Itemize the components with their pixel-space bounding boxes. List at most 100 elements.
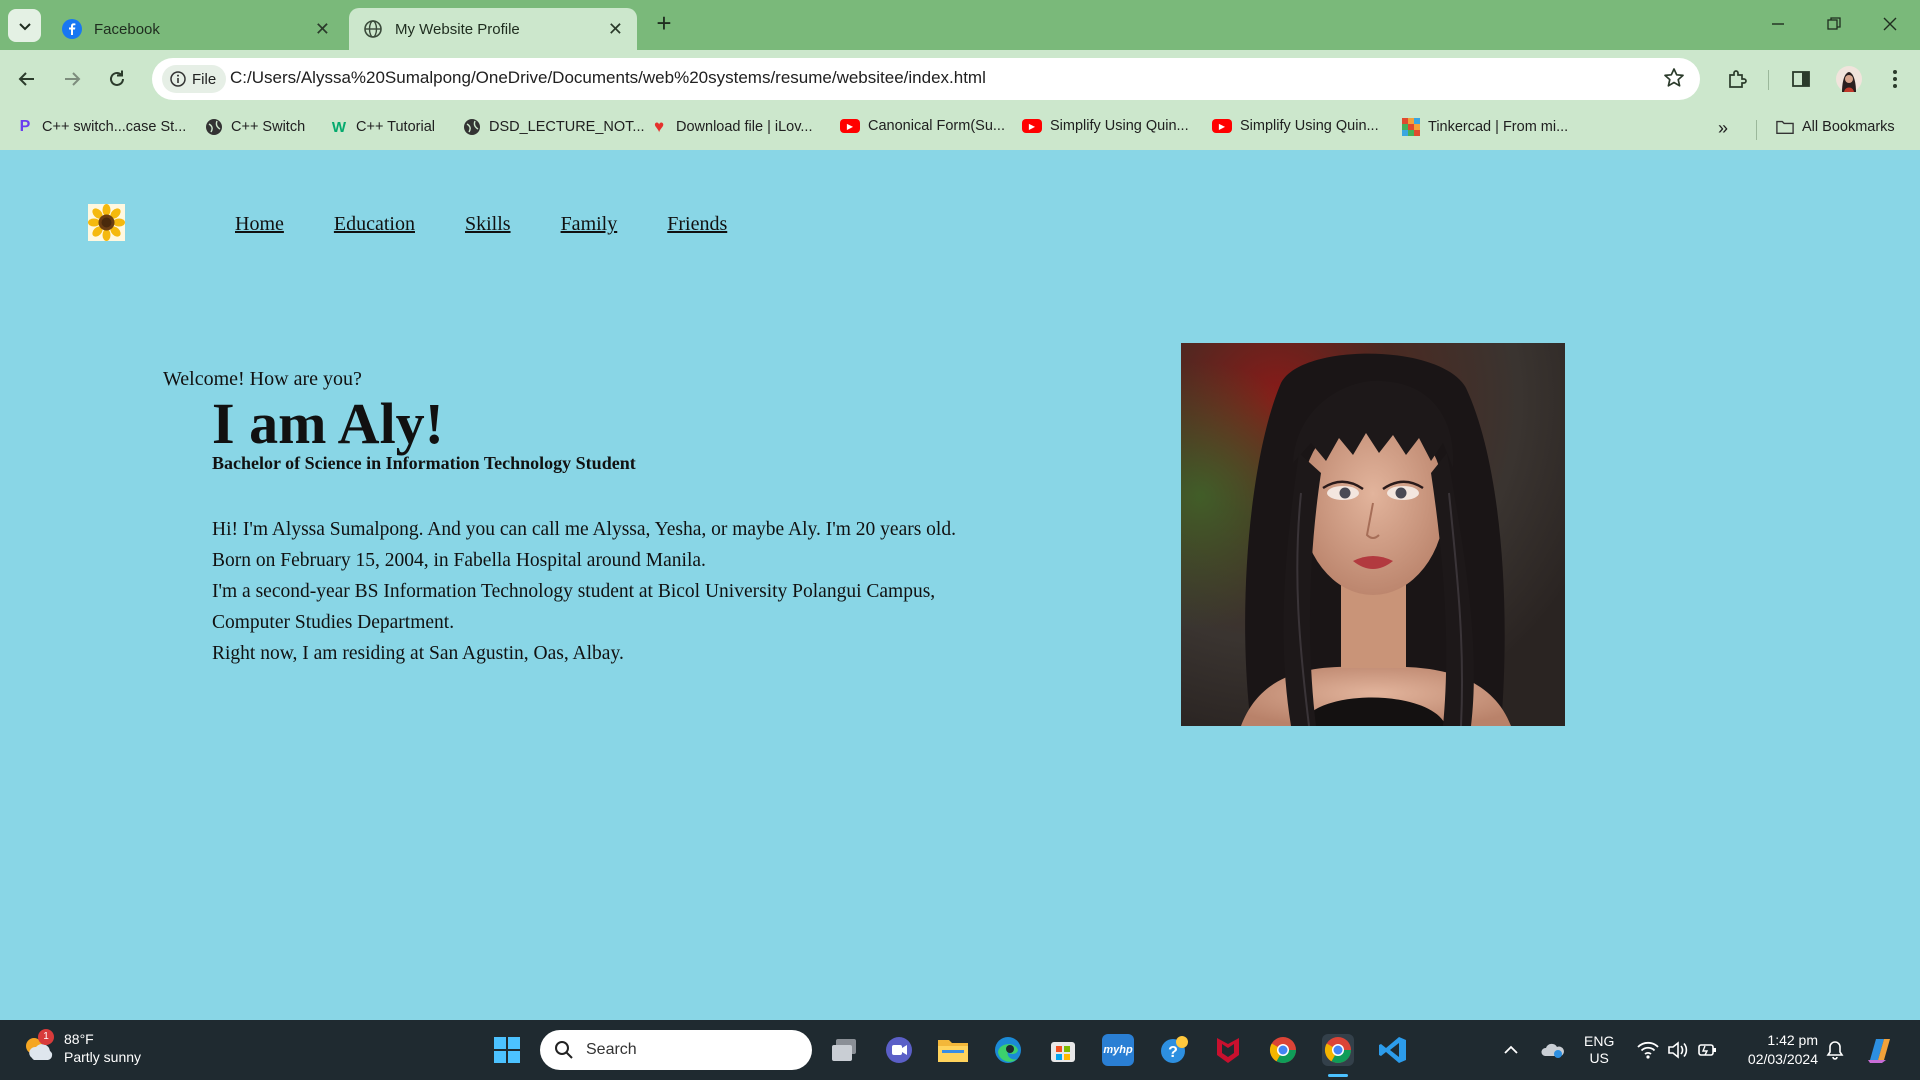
bio-line: I'm a second-year BS Information Technol… — [212, 581, 936, 602]
bookmark-item[interactable]: ▶ Canonical Form(Su... — [840, 118, 1005, 134]
tab-my-website-profile[interactable]: My Website Profile ✕ — [349, 8, 637, 50]
more-menu-icon[interactable] — [1880, 64, 1910, 94]
forward-button[interactable] — [57, 64, 87, 94]
avatar[interactable] — [1834, 64, 1864, 94]
page-subtitle: Bachelor of Science in Information Techn… — [212, 453, 636, 473]
bookmark-label: C++ switch...case St... — [42, 119, 187, 135]
nav-link-education[interactable]: Education — [334, 213, 415, 236]
windows-start-icon[interactable] — [491, 1034, 523, 1066]
tab-title: Facebook — [94, 20, 160, 38]
globe-icon — [363, 19, 383, 39]
close-icon — [1883, 17, 1897, 31]
sunflower-logo-icon[interactable] — [88, 204, 125, 241]
bookmark-item[interactable]: C++ Switch — [205, 118, 305, 136]
mcafee-icon[interactable] — [1212, 1034, 1244, 1066]
bookmark-item[interactable]: ▶ Simplify Using Quin... — [1022, 118, 1189, 134]
url-text[interactable]: C:/Users/Alyssa%20Sumalpong/OneDrive/Doc… — [230, 68, 986, 88]
get-help-icon[interactable]: ? — [1157, 1034, 1189, 1066]
weather-desc: Partly sunny — [64, 1049, 142, 1065]
restore-icon — [1827, 17, 1841, 30]
info-icon — [170, 71, 186, 87]
weather-widget[interactable]: 1 88°F Partly sunny — [22, 1029, 142, 1066]
bookmark-label: C++ Tutorial — [356, 119, 435, 135]
taskbar-search-input[interactable]: Search — [540, 1030, 812, 1070]
all-bookmarks-button[interactable]: All Bookmarks — [1776, 118, 1895, 136]
browser-toolbar: File C:/Users/Alyssa%20Sumalpong/OneDriv… — [0, 50, 1920, 108]
youtube-icon: ▶ — [840, 119, 860, 133]
facebook-icon — [62, 19, 82, 39]
tinkercad-icon — [1402, 118, 1420, 136]
clock-date: 02/03/2024 — [1747, 1051, 1818, 1067]
restore-button[interactable] — [1806, 10, 1862, 38]
w3schools-icon: W — [331, 118, 347, 136]
nav-link-friends[interactable]: Friends — [667, 213, 727, 236]
myhp-icon[interactable]: myhp — [1102, 1034, 1134, 1066]
youtube-icon: ▶ — [1212, 119, 1232, 133]
bookmark-item[interactable]: DSD_LECTURE_NOT... — [463, 118, 645, 136]
address-bar[interactable]: File C:/Users/Alyssa%20Sumalpong/OneDriv… — [152, 58, 1700, 100]
bio-line: Born on February 15, 2004, in Fabella Ho… — [212, 550, 706, 571]
edge-browser-icon[interactable] — [992, 1034, 1024, 1066]
globe-icon — [463, 118, 481, 136]
profile-photo — [1181, 343, 1565, 726]
more-bookmarks-chevron-icon[interactable]: » — [1718, 118, 1728, 139]
tab-strip: Facebook ✕ My Website Profile ✕ + — [0, 0, 1920, 50]
bookmark-label: Tinkercad | From mi... — [1428, 119, 1569, 135]
chrome-profile-icon[interactable] — [1267, 1034, 1299, 1066]
side-panel-icon[interactable] — [1786, 64, 1816, 94]
teams-chat-icon[interactable] — [883, 1034, 915, 1066]
language-indicator[interactable]: ENG US — [1584, 1020, 1614, 1080]
vscode-icon[interactable] — [1377, 1034, 1409, 1066]
bookmark-item[interactable]: Tinkercad | From mi... — [1402, 118, 1568, 136]
bio-paragraph: Hi! I'm Alyssa Sumalpong. And you can ca… — [212, 514, 1012, 669]
bookmark-label: C++ Switch — [231, 119, 306, 135]
close-window-button[interactable] — [1862, 10, 1918, 38]
new-tab-button[interactable]: + — [650, 10, 678, 38]
battery-icon[interactable] — [1697, 1020, 1719, 1080]
task-view-icon[interactable] — [828, 1034, 860, 1066]
nav-link-skills[interactable]: Skills — [465, 213, 511, 236]
svg-text:?: ? — [1168, 1044, 1178, 1061]
extensions-icon[interactable] — [1722, 64, 1752, 94]
page-title: I am Aly! — [212, 391, 444, 456]
folder-icon — [1776, 118, 1794, 136]
volume-icon[interactable] — [1667, 1020, 1689, 1080]
weather-temp: 88°F — [64, 1031, 94, 1047]
bookmark-item[interactable]: ▶ Simplify Using Quin... — [1212, 118, 1379, 134]
wifi-icon[interactable] — [1637, 1020, 1659, 1080]
onedrive-icon[interactable] — [1541, 1020, 1565, 1080]
copilot-icon[interactable] — [1864, 1020, 1896, 1080]
tab-facebook[interactable]: Facebook ✕ — [48, 8, 344, 50]
nav-link-family[interactable]: Family — [561, 213, 618, 236]
youtube-icon: ▶ — [1022, 119, 1042, 133]
nav-link-home[interactable]: Home — [235, 213, 284, 236]
bookmark-item[interactable]: ♥ Download file | iLov... — [650, 117, 813, 136]
clock[interactable]: 1:42 pm 02/03/2024 — [1738, 1020, 1818, 1080]
back-button[interactable] — [12, 64, 42, 94]
close-icon[interactable]: ✕ — [315, 19, 330, 40]
reload-button[interactable] — [102, 64, 132, 94]
minimize-button[interactable] — [1750, 10, 1806, 38]
show-hidden-icons-chevron-up-icon[interactable] — [1503, 1020, 1519, 1080]
clock-time: 1:42 pm — [1767, 1032, 1818, 1048]
bookmark-label: DSD_LECTURE_NOT... — [489, 119, 645, 135]
windows-taskbar: 1 88°F Partly sunny Search myhp ? ENG US… — [0, 1020, 1920, 1080]
bookmark-item[interactable]: P C++ switch...case St... — [16, 118, 187, 136]
file-explorer-icon[interactable] — [937, 1034, 969, 1066]
arrow-right-icon — [65, 72, 81, 86]
tab-search-button[interactable] — [8, 9, 41, 42]
bio-line: Hi! I'm Alyssa Sumalpong. And you can ca… — [212, 519, 956, 540]
chrome-active-icon[interactable] — [1322, 1034, 1354, 1066]
site-info-chip[interactable]: File — [162, 65, 227, 93]
notification-bell-icon[interactable] — [1826, 1020, 1844, 1080]
arrow-left-icon — [18, 72, 34, 86]
minimize-icon — [1772, 23, 1784, 25]
bookmark-star-icon[interactable] — [1662, 66, 1686, 95]
bio-line: Right now, I am residing at San Agustin,… — [212, 643, 624, 664]
close-icon[interactable]: ✕ — [608, 19, 623, 40]
lang-top: ENG — [1584, 1033, 1615, 1049]
microsoft-store-icon[interactable] — [1047, 1034, 1079, 1066]
search-icon — [555, 1041, 573, 1059]
heart-icon: ♥ — [653, 117, 665, 136]
bookmark-item[interactable]: W C++ Tutorial — [330, 118, 435, 136]
